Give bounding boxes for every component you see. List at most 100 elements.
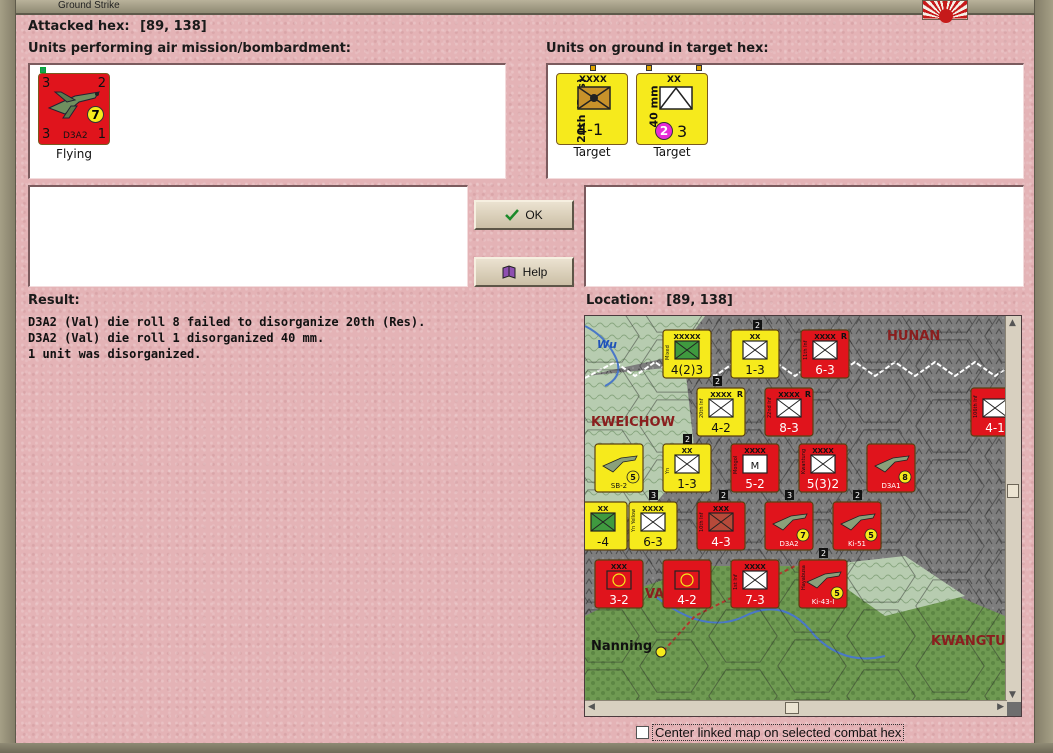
svg-text:D3A1: D3A1 [881,482,900,490]
svg-text:5-2: 5-2 [745,477,765,491]
svg-text:6-3: 6-3 [815,363,835,377]
map-counter[interactable]: XX -4 [585,501,628,551]
scroll-left-icon[interactable]: ◀ [588,702,595,712]
scroll-right-icon[interactable]: ▶ [997,702,1004,712]
air-unit-status: Flying [56,147,92,161]
ok-button[interactable]: OK [474,200,574,230]
hex-map[interactable]: HUNANKWEICHOWKWANGTUWuNanningVA XXXXXMix… [585,316,1021,716]
result-line: D3A2 (Val) die roll 8 failed to disorgan… [28,315,426,329]
map-counter[interactable]: XXXX 22nd Inf R 8-3 [764,387,814,437]
svg-text:4(2)3: 4(2)3 [671,363,703,377]
map-counter[interactable]: XX 1-3 [730,329,780,379]
help-button[interactable]: Help [474,257,574,287]
svg-text:2: 2 [685,435,690,444]
map-vertical-scroll-thumb[interactable] [1007,484,1019,498]
result-label: Result: [28,293,80,308]
help-button-label: Help [522,265,548,279]
svg-text:5: 5 [630,473,636,482]
svg-text:2: 2 [715,377,720,386]
map-counter[interactable]: 5Ki-51 [832,501,882,551]
svg-text:Ki-51: Ki-51 [848,540,866,548]
city-label: Nanning [591,639,652,654]
map-counter[interactable]: XXXX Yn Yellow 6-3 [628,501,678,551]
location-caption: Location: [586,293,654,308]
stack-count-badge: 2 [753,320,762,330]
map-counter[interactable]: Hayabusa 5Ki-43-I [798,559,848,609]
location-value: [89, 138] [666,293,733,308]
region-label: HUNAN [887,329,940,344]
ground-unit-40mm[interactable]: XX 40 mm 2 3 Target [632,65,714,165]
svg-text:1-3: 1-3 [745,363,765,377]
center-linked-map-checkbox[interactable] [636,726,649,739]
svg-text:1st Inf: 1st Inf [733,574,739,590]
svg-text:D3A2: D3A2 [779,540,798,548]
center-linked-map-label: Center linked map on selected combat hex [652,724,905,741]
svg-text:11th Inf: 11th Inf [803,340,809,360]
map-horizontal-scrollbar[interactable]: ◀ ▶ [585,700,1007,716]
ground-unit-counter: XXXX 20th (Res) 4-1 [556,73,628,145]
ground-units-label: Units on ground in target hex: [546,41,769,56]
result-log: D3A2 (Val) die roll 8 failed to disorgan… [28,314,425,362]
svg-text:2: 2 [855,491,860,500]
svg-text:Mongol: Mongol [733,456,739,474]
svg-text:3-2: 3-2 [609,593,629,607]
map-counter[interactable]: XX Yn 1-3 [662,443,712,493]
air-units-label: Units performing air mission/bombardment… [28,41,352,56]
svg-text:R: R [737,390,743,399]
svg-text:XX: XX [682,447,693,455]
map-counter[interactable]: 7D3A2 [764,501,814,551]
unit-strength: 4-1 [577,120,604,139]
map-counter[interactable]: XXXXXMixed4(2)3 [662,329,712,379]
svg-text:3: 3 [787,491,792,500]
svg-text:8: 8 [902,473,908,482]
svg-text:6-3: 6-3 [643,535,663,549]
unit-marker-icon [590,65,596,71]
map-counter[interactable]: XXXX Mongol M 5-2 [730,443,780,493]
map-counter[interactable]: XXXX Kwantung5(3)2 [798,443,848,493]
air-unit-d3a2[interactable]: 3 2 7 3 D3A2 1 Flying [34,67,118,167]
svg-text:Yn Yellow: Yn Yellow [631,509,637,533]
air-units-panel: 3 2 7 3 D3A2 1 Flying [28,63,506,179]
svg-text:4-3: 4-3 [711,535,731,549]
map-counter[interactable]: XXX 10th Inf 4-3 [696,501,746,551]
location-label: Location: [89, 138] [586,293,733,308]
map-counter[interactable]: 4-2 [662,559,712,609]
map-counter[interactable]: XXXX 20th Inf R 4-2 [696,387,746,437]
map-horizontal-scroll-thumb[interactable] [785,702,799,714]
svg-text:4-2: 4-2 [711,421,731,435]
map-counter[interactable]: XXXX 1st Inf 7-3 [730,559,780,609]
svg-text:2: 2 [821,549,826,558]
scroll-up-icon[interactable]: ▲ [1009,318,1016,328]
unit-size: XX [667,75,681,85]
stack-count-badge: 2 [713,376,722,386]
air-details-panel [28,185,468,287]
svg-text:XXXX: XXXX [710,391,732,399]
map-counter[interactable]: 106th Inf 4-1 [970,387,1020,437]
svg-text:Hayabusa: Hayabusa [801,565,807,590]
window-frame-bottom [0,743,1053,753]
attacked-hex-label: Attacked hex: [89, 138] [28,19,207,34]
attacked-hex-caption: Attacked hex: [28,19,130,34]
svg-text:XXXX: XXXX [812,447,834,455]
map-counter[interactable]: 5SB-2 [594,443,644,493]
svg-text:XXXX: XXXX [642,505,664,513]
unit-strength: 3 [677,122,688,141]
svg-text:5(3)2: 5(3)2 [807,477,839,491]
map-counter[interactable]: XXX 3-2 [594,559,644,609]
ground-units-panel: XXXX 20th (Res) 4-1 Target XX 40 mm 2 3 … [546,63,1024,179]
svg-text:7-3: 7-3 [745,593,765,607]
result-line: D3A2 (Val) die roll 1 disorganized 40 mm… [28,331,325,345]
map-counter[interactable]: 8D3A1 [866,443,916,493]
svg-text:7: 7 [800,531,806,540]
window-frame-left [0,0,16,753]
scroll-down-icon[interactable]: ▼ [1009,690,1016,700]
ground-unit-20th-res[interactable]: XXXX 20th (Res) 4-1 Target [550,65,632,165]
svg-text:5: 5 [834,589,840,598]
svg-text:2: 2 [721,491,726,500]
stack-count-badge: 2 [853,490,862,500]
attacked-hex-value: [89, 138] [140,19,207,34]
map-vertical-scrollbar[interactable]: ▲ ▼ [1005,316,1021,702]
map-counter[interactable]: XXXX 11th Inf R 6-3 [800,329,850,379]
window-frame-right [1034,0,1053,753]
linked-map[interactable]: HUNAN KWEICHOW KWANGTU Wu Nanning VA XXXXX Mix… [584,315,1022,717]
